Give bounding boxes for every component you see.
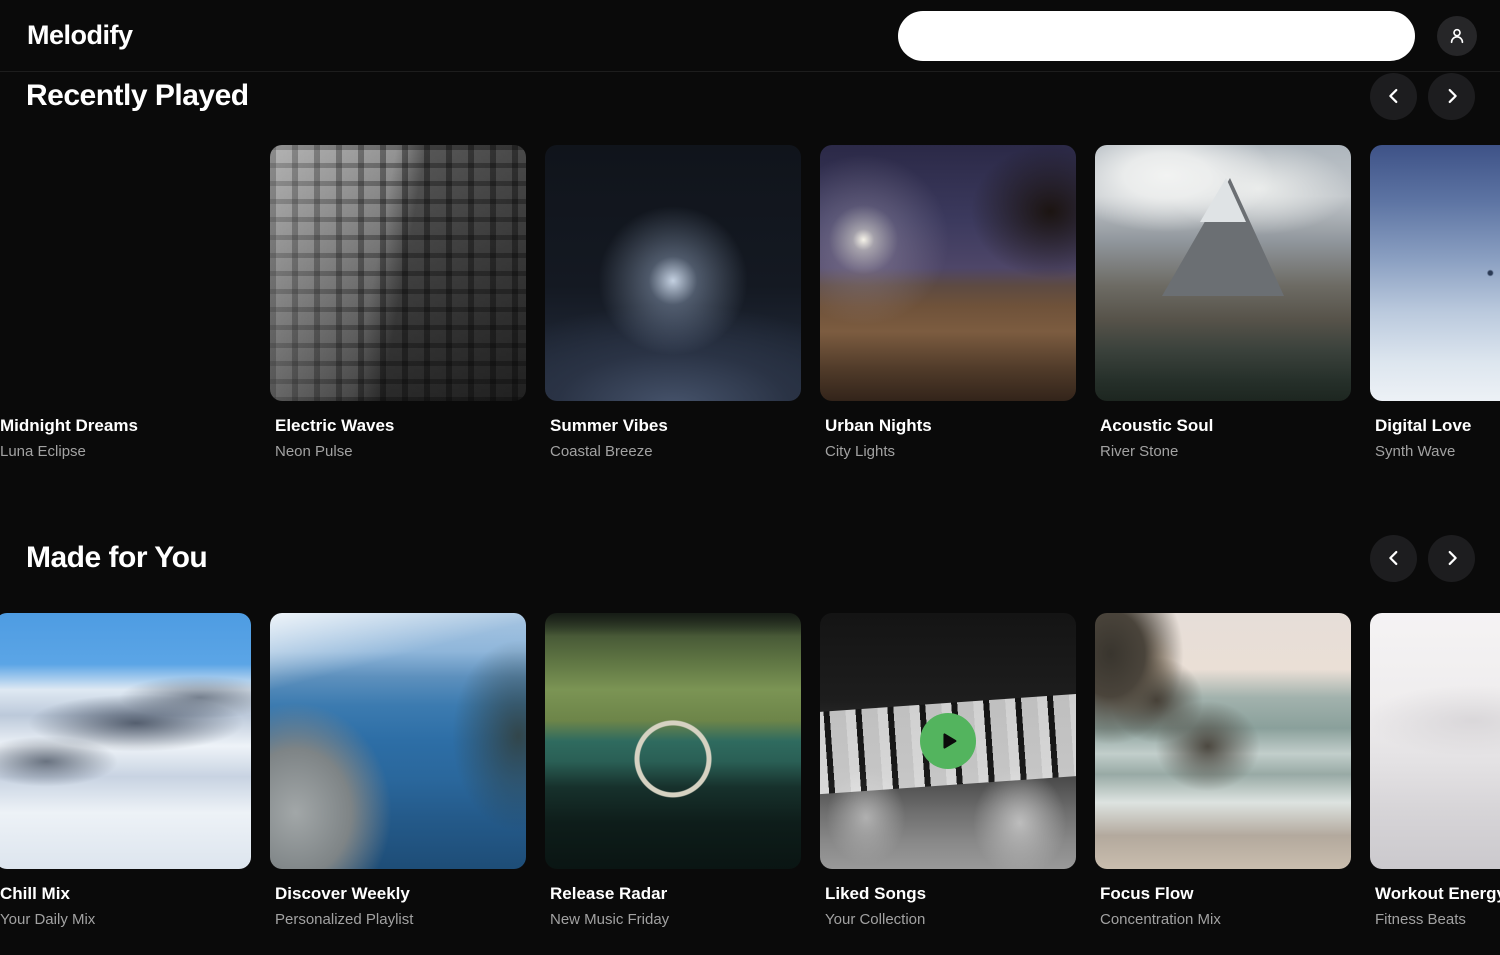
album-art	[1095, 145, 1351, 401]
card-subtitle: City Lights	[825, 442, 1076, 462]
carousel-recently-played: Midnight Dreams Luna Eclipse Electric Wa…	[0, 145, 1500, 462]
card-meta: Urban Nights City Lights	[820, 415, 1076, 462]
section-header: Made for You	[0, 535, 1500, 581]
card-meta: Workout Energy Fitness Beats	[1370, 883, 1500, 930]
card-subtitle: Neon Pulse	[275, 442, 526, 462]
main-content: Recently Played Midnight Dreams	[0, 73, 1500, 930]
section-title: Made for You	[26, 541, 207, 575]
playlist-card[interactable]: Electric Waves Neon Pulse	[270, 145, 526, 462]
chevron-left-icon	[1383, 85, 1405, 107]
card-subtitle: Fitness Beats	[1375, 910, 1500, 930]
album-art	[1370, 613, 1500, 869]
album-art	[0, 145, 251, 401]
card-meta: Focus Flow Concentration Mix	[1095, 883, 1351, 930]
card-title: Urban Nights	[825, 415, 1076, 437]
playlist-card[interactable]: Digital Love Synth Wave	[1370, 145, 1500, 462]
card-meta: Chill Mix Your Daily Mix	[0, 883, 251, 930]
chevron-right-icon	[1441, 547, 1463, 569]
carousel-nav	[1370, 73, 1475, 120]
carousel-nav	[1370, 535, 1475, 582]
carousel-made-for-you: Chill Mix Your Daily Mix Discover Weekly…	[0, 613, 1500, 930]
play-icon	[935, 728, 961, 754]
album-art	[0, 613, 251, 869]
album-art	[270, 145, 526, 401]
card-title: Electric Waves	[275, 415, 526, 437]
card-subtitle: New Music Friday	[550, 910, 801, 930]
card-subtitle: Luna Eclipse	[0, 442, 251, 462]
card-title: Summer Vibes	[550, 415, 801, 437]
carousel-next-button[interactable]	[1428, 73, 1475, 120]
playlist-card[interactable]: Acoustic Soul River Stone	[1095, 145, 1351, 462]
card-title: Discover Weekly	[275, 883, 526, 905]
album-art	[545, 613, 801, 869]
card-subtitle: Concentration Mix	[1100, 910, 1351, 930]
card-title: Release Radar	[550, 883, 801, 905]
album-art	[1370, 145, 1500, 401]
card-meta: Discover Weekly Personalized Playlist	[270, 883, 526, 930]
card-title: Digital Love	[1375, 415, 1500, 437]
playlist-card[interactable]: Discover Weekly Personalized Playlist	[270, 613, 526, 930]
search-input[interactable]	[898, 11, 1415, 61]
chevron-right-icon	[1441, 85, 1463, 107]
section-title: Recently Played	[26, 79, 249, 113]
playlist-card[interactable]: Focus Flow Concentration Mix	[1095, 613, 1351, 930]
card-title: Acoustic Soul	[1100, 415, 1351, 437]
card-title: Liked Songs	[825, 883, 1076, 905]
card-meta: Electric Waves Neon Pulse	[270, 415, 526, 462]
carousel-next-button[interactable]	[1428, 535, 1475, 582]
card-title: Focus Flow	[1100, 883, 1351, 905]
profile-button[interactable]	[1437, 16, 1477, 56]
album-art	[820, 145, 1076, 401]
album-art	[820, 613, 1076, 869]
album-art	[270, 613, 526, 869]
play-button[interactable]	[920, 713, 976, 769]
album-art	[545, 145, 801, 401]
card-subtitle: Your Collection	[825, 910, 1076, 930]
card-subtitle: Synth Wave	[1375, 442, 1500, 462]
app-header: Melodify	[0, 0, 1500, 72]
card-subtitle: Coastal Breeze	[550, 442, 801, 462]
section-made-for-you: Made for You Chill Mix Yo	[0, 535, 1500, 930]
playlist-card[interactable]: Release Radar New Music Friday	[545, 613, 801, 930]
playlist-card[interactable]: Urban Nights City Lights	[820, 145, 1076, 462]
playlist-card[interactable]: Summer Vibes Coastal Breeze	[545, 145, 801, 462]
card-meta: Liked Songs Your Collection	[820, 883, 1076, 930]
card-title: Workout Energy	[1375, 883, 1500, 905]
card-meta: Acoustic Soul River Stone	[1095, 415, 1351, 462]
playlist-card-liked-songs[interactable]: Liked Songs Your Collection	[820, 613, 1076, 930]
carousel-prev-button[interactable]	[1370, 535, 1417, 582]
card-subtitle: Personalized Playlist	[275, 910, 526, 930]
user-icon	[1447, 26, 1467, 46]
section-header: Recently Played	[0, 73, 1500, 119]
card-meta: Midnight Dreams Luna Eclipse	[0, 415, 251, 462]
album-art	[1095, 613, 1351, 869]
card-title: Chill Mix	[0, 883, 251, 905]
playlist-card[interactable]: Chill Mix Your Daily Mix	[0, 613, 251, 930]
card-meta: Digital Love Synth Wave	[1370, 415, 1500, 462]
card-meta: Release Radar New Music Friday	[545, 883, 801, 930]
app-logo: Melodify	[27, 20, 133, 51]
card-subtitle: Your Daily Mix	[0, 910, 251, 930]
section-recently-played: Recently Played Midnight Dreams	[0, 73, 1500, 462]
card-subtitle: River Stone	[1100, 442, 1351, 462]
card-title: Midnight Dreams	[0, 415, 251, 437]
card-meta: Summer Vibes Coastal Breeze	[545, 415, 801, 462]
carousel-prev-button[interactable]	[1370, 73, 1417, 120]
playlist-card[interactable]: Workout Energy Fitness Beats	[1370, 613, 1500, 930]
chevron-left-icon	[1383, 547, 1405, 569]
playlist-card[interactable]: Midnight Dreams Luna Eclipse	[0, 145, 251, 462]
